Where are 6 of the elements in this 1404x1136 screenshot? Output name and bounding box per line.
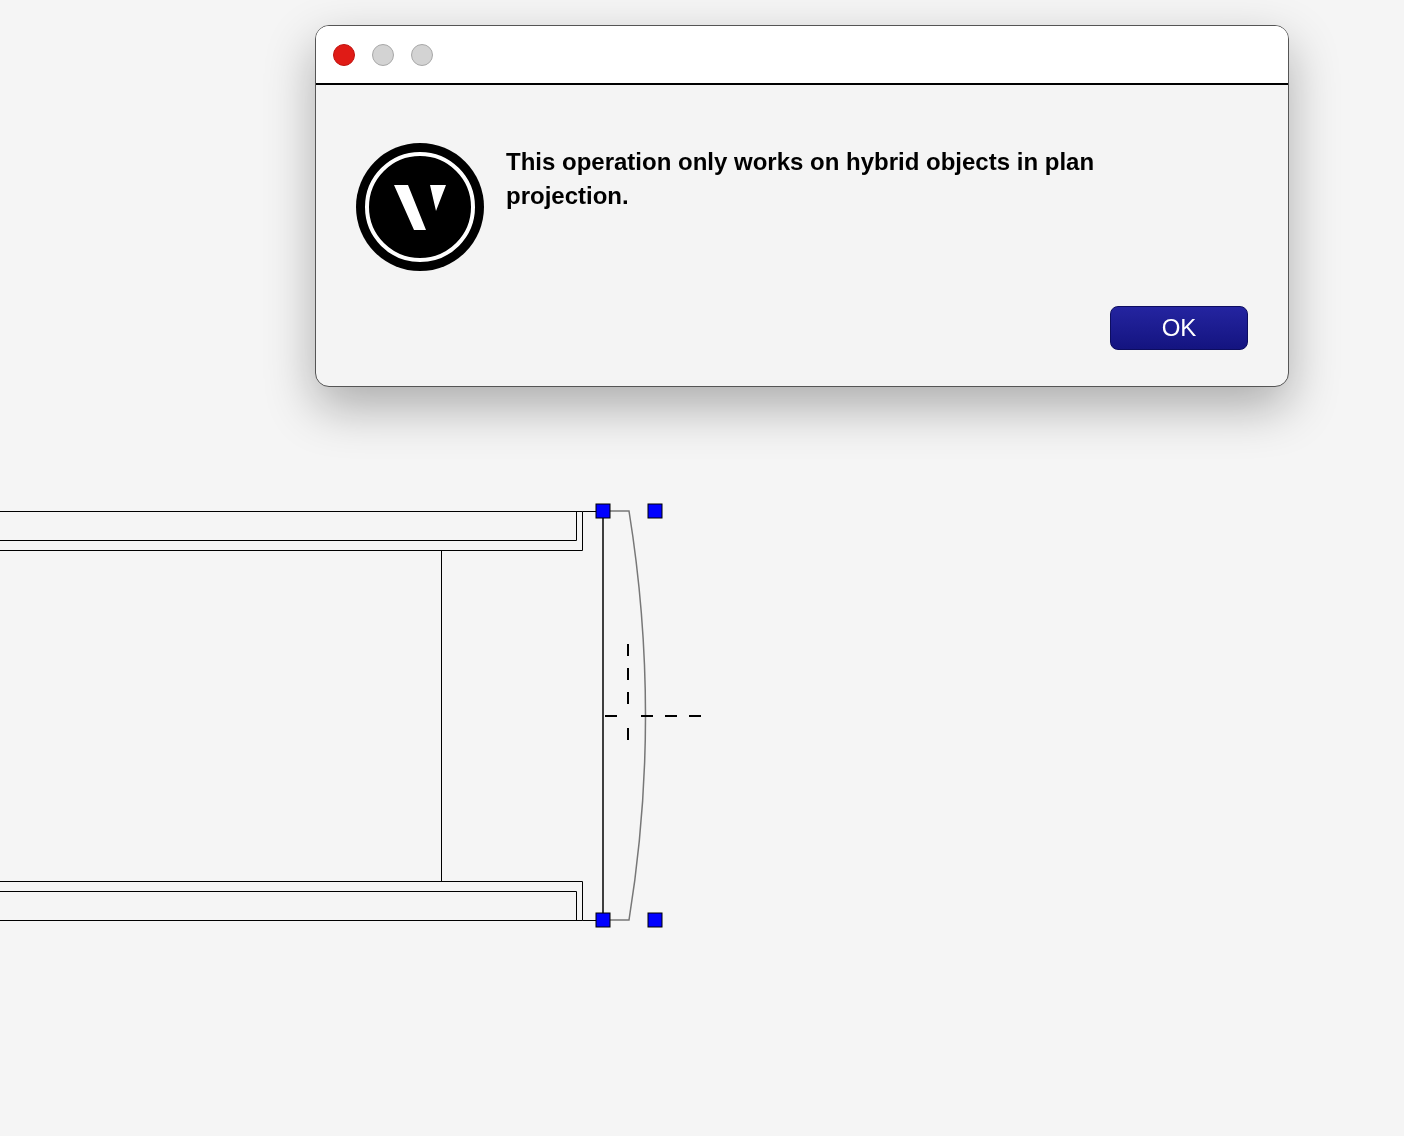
ok-button[interactable]: OK [1110,306,1248,350]
alert-message: This operation only works on hybrid objects in plan projection. [506,147,1096,211]
zoom-button[interactable] [411,43,433,66]
minimize-button[interactable] [372,43,394,66]
close-button[interactable] [333,43,355,66]
app-logo-icon [356,143,484,271]
